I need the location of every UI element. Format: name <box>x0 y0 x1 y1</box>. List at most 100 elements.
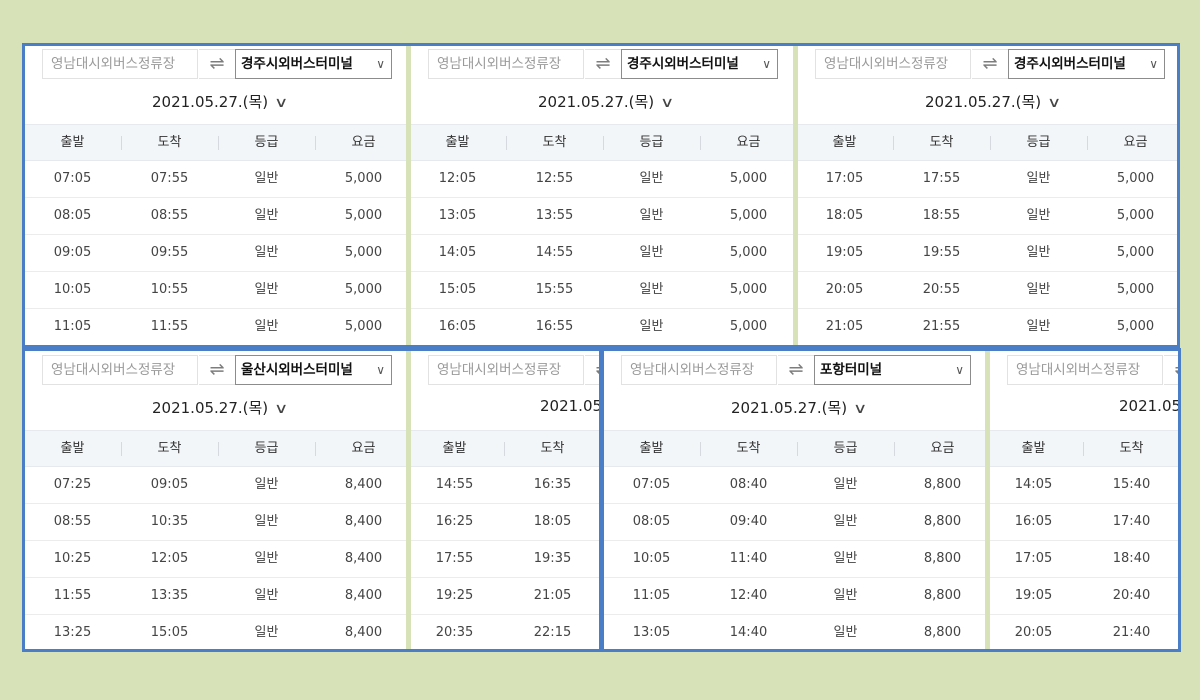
table-row[interactable]: 11:05 11:55 일반 5,000 <box>24 309 406 346</box>
chevron-down-icon: ∨ <box>376 363 385 377</box>
table-row[interactable]: 19:05 20:40 <box>990 578 1179 615</box>
route-selector: 영남대시외버스정류장 ⇌ 울산시외버스터미널 ∨ <box>42 355 406 387</box>
table-cell: 8,800 <box>923 551 962 566</box>
table-row[interactable]: 13:05 14:40 일반 8,800 <box>603 615 985 650</box>
table-row[interactable]: 20:05 21:40 <box>990 615 1179 650</box>
origin-field[interactable]: 영남대시외버스정류장 <box>1007 355 1163 385</box>
table-row[interactable]: 17:05 17:55 일반 5,000 <box>798 161 1179 198</box>
date-label: 2021.05.2 <box>540 397 599 415</box>
table-cell: 12:40 <box>729 588 768 603</box>
column-header: 요금 <box>1123 135 1148 150</box>
column-separator <box>1087 136 1088 150</box>
column-header: 출발 <box>832 135 857 150</box>
date-selector[interactable]: 2021.05.27.(목) ∨ <box>731 397 867 418</box>
table-row[interactable]: 10:05 10:55 일반 5,000 <box>24 272 406 309</box>
date-label: 2021.05.27.(목) <box>152 399 269 417</box>
origin-field[interactable]: 영남대시외버스정류장 <box>815 49 971 79</box>
origin-field[interactable]: 영남대시외버스정류장 <box>428 355 584 385</box>
table-cell: 14:55 <box>435 477 474 492</box>
table-cell: 5,000 <box>1116 245 1155 260</box>
table-cell: 16:05 <box>438 319 477 334</box>
table-row[interactable]: 20:35 22:15 <box>411 615 599 650</box>
table-row[interactable]: 08:55 10:35 일반 8,400 <box>24 504 406 541</box>
table-cell: 일반 <box>639 282 664 297</box>
date-selector[interactable]: 2021.05.27.(목) ∨ <box>538 91 674 112</box>
table-row[interactable]: 21:05 21:55 일반 5,000 <box>798 309 1179 346</box>
swap-icon[interactable]: ⇌ <box>778 355 814 385</box>
table-cell: 5,000 <box>1116 171 1155 186</box>
table-cell: 5,000 <box>1116 208 1155 223</box>
table-row[interactable]: 20:05 20:55 일반 5,000 <box>798 272 1179 309</box>
table-row[interactable]: 18:05 18:55 일반 5,000 <box>798 198 1179 235</box>
origin-field[interactable]: 영남대시외버스정류장 <box>621 355 777 385</box>
table-row[interactable]: 07:25 09:05 일반 8,400 <box>24 467 406 504</box>
table-cell: 일반 <box>254 625 279 640</box>
table-row[interactable]: 15:05 15:55 일반 5,000 <box>411 272 794 309</box>
table-row[interactable]: 16:05 17:40 <box>990 504 1179 541</box>
table-row[interactable]: 17:55 19:35 <box>411 541 599 578</box>
table-row[interactable]: 13:25 15:05 일반 8,400 <box>24 615 406 650</box>
table-row[interactable]: 16:05 16:55 일반 5,000 <box>411 309 794 346</box>
table-row[interactable]: 11:05 12:40 일반 8,800 <box>603 578 985 615</box>
date-selector[interactable]: 2021.05.27.(목) ∨ <box>152 91 288 112</box>
origin-field[interactable]: 영남대시외버스정류장 <box>428 49 584 79</box>
date-selector[interactable]: 2021.05.27.(목) ∨ <box>925 91 1061 112</box>
table-row[interactable]: 08:05 09:40 일반 8,800 <box>603 504 985 541</box>
table-cell: 일반 <box>1026 245 1051 260</box>
column-header: 출발 <box>639 441 664 456</box>
table-row[interactable]: 19:05 19:55 일반 5,000 <box>798 235 1179 272</box>
swap-icon[interactable]: ⇌ <box>972 49 1008 79</box>
swap-icon[interactable]: ⇌ <box>585 49 621 79</box>
date-selector[interactable]: 2021.05.2 <box>1119 397 1179 415</box>
panel-content: 영남대시외버스정류장 ⇌ 경주시외버스터미널 ∨ 2021.05.27.(목) ∨ 출발 도착… <box>411 44 794 346</box>
table-row[interactable]: 08:05 08:55 일반 5,000 <box>24 198 406 235</box>
swap-icon[interactable]: ⇌ <box>585 355 599 385</box>
table-cell: 08:55 <box>53 514 92 529</box>
table-cell: 일반 <box>1026 282 1051 297</box>
table-header: 출발 도착 등급 요금 <box>24 124 406 161</box>
date-selector[interactable]: 2021.05.2 <box>540 397 599 415</box>
table-row[interactable]: 14:05 15:40 <box>990 467 1179 504</box>
table-row[interactable]: 17:05 18:40 <box>990 541 1179 578</box>
destination-select[interactable]: 경주시외버스터미널 ∨ <box>235 49 392 79</box>
table-cell: 일반 <box>833 588 858 603</box>
table-row[interactable]: 13:05 13:55 일반 5,000 <box>411 198 794 235</box>
destination-select[interactable]: 경주시외버스터미널 ∨ <box>621 49 778 79</box>
table-row[interactable]: 16:25 18:05 <box>411 504 599 541</box>
table-row[interactable]: 10:25 12:05 일반 8,400 <box>24 541 406 578</box>
route-selector: 영남대시외버스정류장⇌ <box>428 355 599 387</box>
table-cell: 20:35 <box>435 625 474 640</box>
table-row[interactable]: 14:55 16:35 <box>411 467 599 504</box>
table-row[interactable]: 19:25 21:05 <box>411 578 599 615</box>
table-cell: 19:55 <box>922 245 961 260</box>
table-cell: 일반 <box>833 625 858 640</box>
origin-field[interactable]: 영남대시외버스정류장 <box>42 355 198 385</box>
table-cell: 8,400 <box>344 551 383 566</box>
table-cell: 5,000 <box>1116 282 1155 297</box>
table-row[interactable]: 07:05 07:55 일반 5,000 <box>24 161 406 198</box>
destination-select[interactable]: 울산시외버스터미널 ∨ <box>235 355 392 385</box>
date-selector[interactable]: 2021.05.27.(목) ∨ <box>152 397 288 418</box>
origin-field[interactable]: 영남대시외버스정류장 <box>42 49 198 79</box>
swap-icon[interactable]: ⇌ <box>199 49 235 79</box>
swap-icon[interactable]: ⇌ <box>1164 355 1179 385</box>
table-cell: 21:05 <box>825 319 864 334</box>
table-cell: 일반 <box>254 208 279 223</box>
table-row[interactable]: 07:05 08:40 일반 8,800 <box>603 467 985 504</box>
table-row[interactable]: 14:05 14:55 일반 5,000 <box>411 235 794 272</box>
destination-select[interactable]: 경주시외버스터미널 ∨ <box>1008 49 1165 79</box>
table-cell: 17:05 <box>1014 551 1053 566</box>
chevron-down-icon: ∨ <box>376 57 385 71</box>
table-cell: 5,000 <box>729 282 768 297</box>
destination-select[interactable]: 포항터미널 ∨ <box>814 355 971 385</box>
table-cell: 8,400 <box>344 588 383 603</box>
table-row[interactable]: 10:05 11:40 일반 8,800 <box>603 541 985 578</box>
table-cell: 19:25 <box>435 588 474 603</box>
table-row[interactable]: 09:05 09:55 일반 5,000 <box>24 235 406 272</box>
swap-icon[interactable]: ⇌ <box>199 355 235 385</box>
schedule-panel: 영남대시외버스정류장 ⇌ 울산시외버스터미널 ∨ 2021.05.27.(목) ∨ 출발 도착… <box>24 350 406 650</box>
column-separator <box>121 136 122 150</box>
table-row[interactable]: 12:05 12:55 일반 5,000 <box>411 161 794 198</box>
table-row[interactable]: 11:55 13:35 일반 8,400 <box>24 578 406 615</box>
table-cell: 15:40 <box>1112 477 1151 492</box>
